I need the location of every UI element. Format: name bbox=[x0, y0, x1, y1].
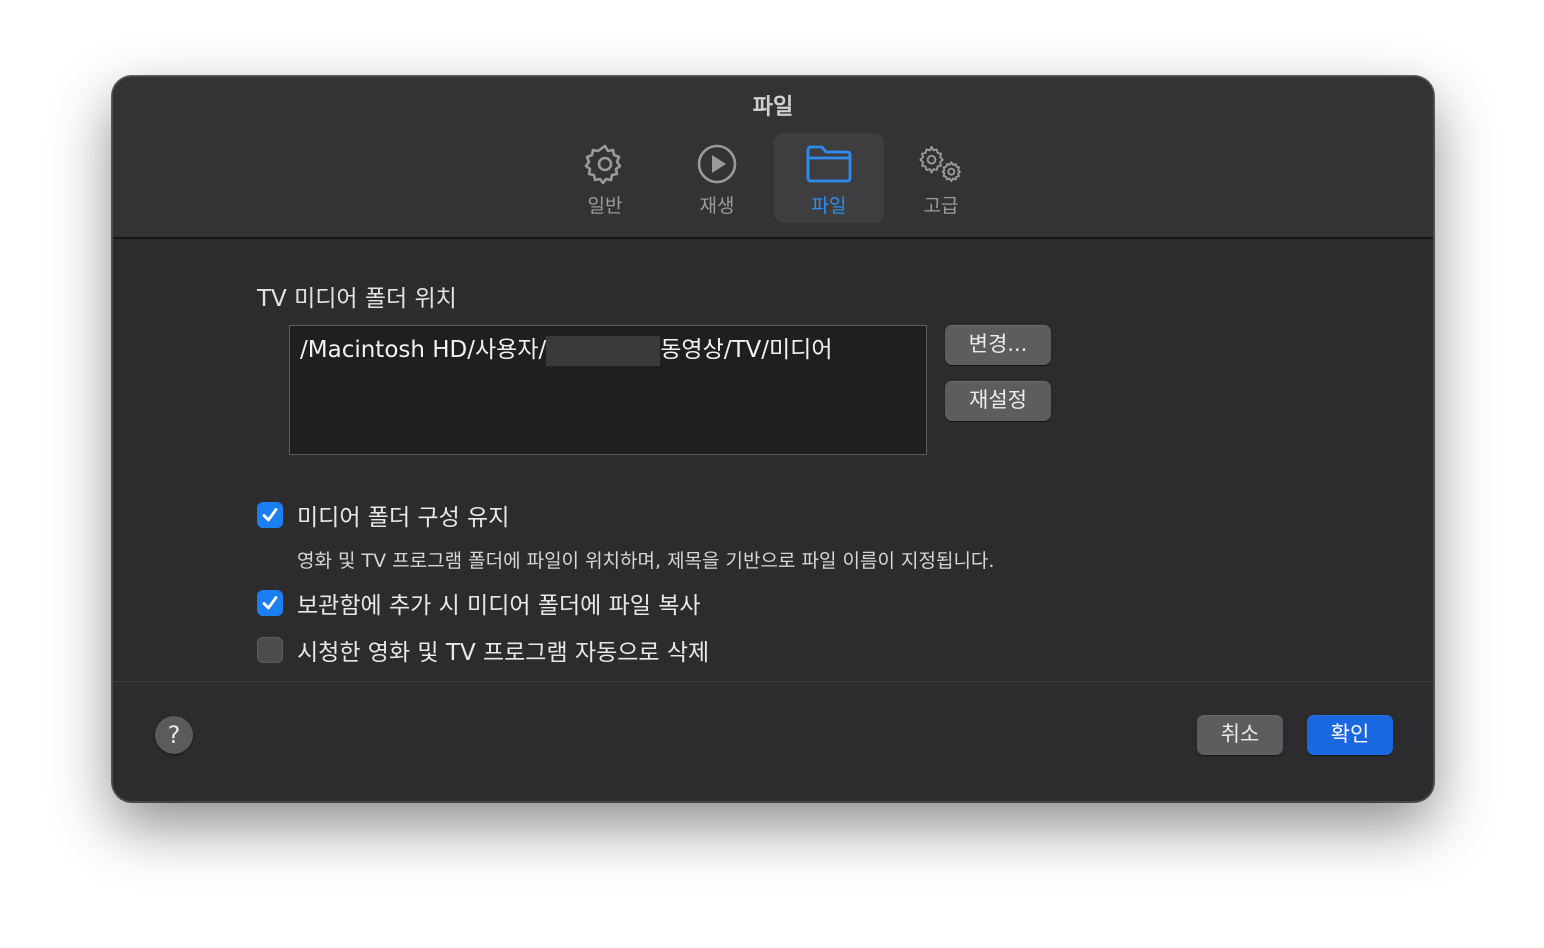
folder-icon bbox=[805, 141, 853, 187]
keep-organized-checkbox[interactable] bbox=[257, 502, 283, 528]
tab-advanced-label: 고급 bbox=[923, 195, 959, 217]
tab-playback[interactable]: 재생 bbox=[662, 133, 772, 223]
tab-advanced[interactable]: 고급 bbox=[886, 133, 996, 223]
change-button[interactable]: 변경... bbox=[945, 325, 1051, 365]
option-auto-delete[interactable]: 시청한 영화 및 TV 프로그램 자동으로 삭제 bbox=[257, 633, 709, 667]
cancel-button[interactable]: 취소 bbox=[1197, 715, 1283, 755]
auto-delete-label: 시청한 영화 및 TV 프로그램 자동으로 삭제 bbox=[297, 640, 710, 666]
tab-files-label: 파일 bbox=[811, 195, 847, 217]
footer-divider bbox=[113, 681, 1433, 682]
tab-general-label: 일반 bbox=[587, 195, 623, 217]
window-title: 파일 bbox=[752, 95, 794, 120]
ok-button[interactable]: 확인 bbox=[1307, 715, 1393, 755]
titlebar: 파일 일반 재생 파일 고급 bbox=[113, 77, 1433, 239]
help-button[interactable]: ? bbox=[155, 716, 193, 754]
tab-general[interactable]: 일반 bbox=[550, 133, 660, 223]
option-copy-files[interactable]: 보관함에 추가 시 미디어 폴더에 파일 복사 bbox=[257, 586, 701, 620]
keep-organized-label: 미디어 폴더 구성 유지 bbox=[297, 505, 510, 531]
path-suffix: 동영상/TV/미디어 bbox=[660, 337, 833, 363]
preferences-window: 파일 일반 재생 파일 고급 TV 미디어 폴더 위치 /Macintosh H… bbox=[112, 76, 1434, 802]
tab-playback-label: 재생 bbox=[699, 195, 735, 217]
files-pane: TV 미디어 폴더 위치 /Macintosh HD/사용자/동영상/TV/미디… bbox=[113, 239, 1433, 681]
copy-files-label: 보관함에 추가 시 미디어 폴더에 파일 복사 bbox=[297, 593, 701, 619]
keep-organized-description: 영화 및 TV 프로그램 폴더에 파일이 위치하며, 제목을 기반으로 파일 이… bbox=[297, 550, 995, 572]
media-folder-path: /Macintosh HD/사용자/동영상/TV/미디어 bbox=[289, 325, 927, 455]
redacted-username bbox=[546, 335, 661, 366]
option-keep-organized[interactable]: 미디어 폴더 구성 유지 bbox=[257, 498, 509, 532]
media-folder-section-title: TV 미디어 폴더 위치 bbox=[257, 286, 457, 312]
path-prefix: /Macintosh HD/사용자/ bbox=[300, 337, 547, 363]
gear-icon bbox=[581, 141, 629, 187]
play-circle-icon bbox=[693, 141, 741, 187]
auto-delete-checkbox[interactable] bbox=[257, 637, 283, 663]
tab-files[interactable]: 파일 bbox=[774, 133, 884, 223]
reset-button[interactable]: 재설정 bbox=[945, 381, 1051, 421]
checkmark-icon bbox=[262, 508, 278, 522]
checkmark-icon bbox=[262, 596, 278, 610]
copy-files-checkbox[interactable] bbox=[257, 590, 283, 616]
preferences-toolbar: 일반 재생 파일 고급 bbox=[113, 133, 1433, 223]
gears-icon bbox=[917, 141, 965, 187]
